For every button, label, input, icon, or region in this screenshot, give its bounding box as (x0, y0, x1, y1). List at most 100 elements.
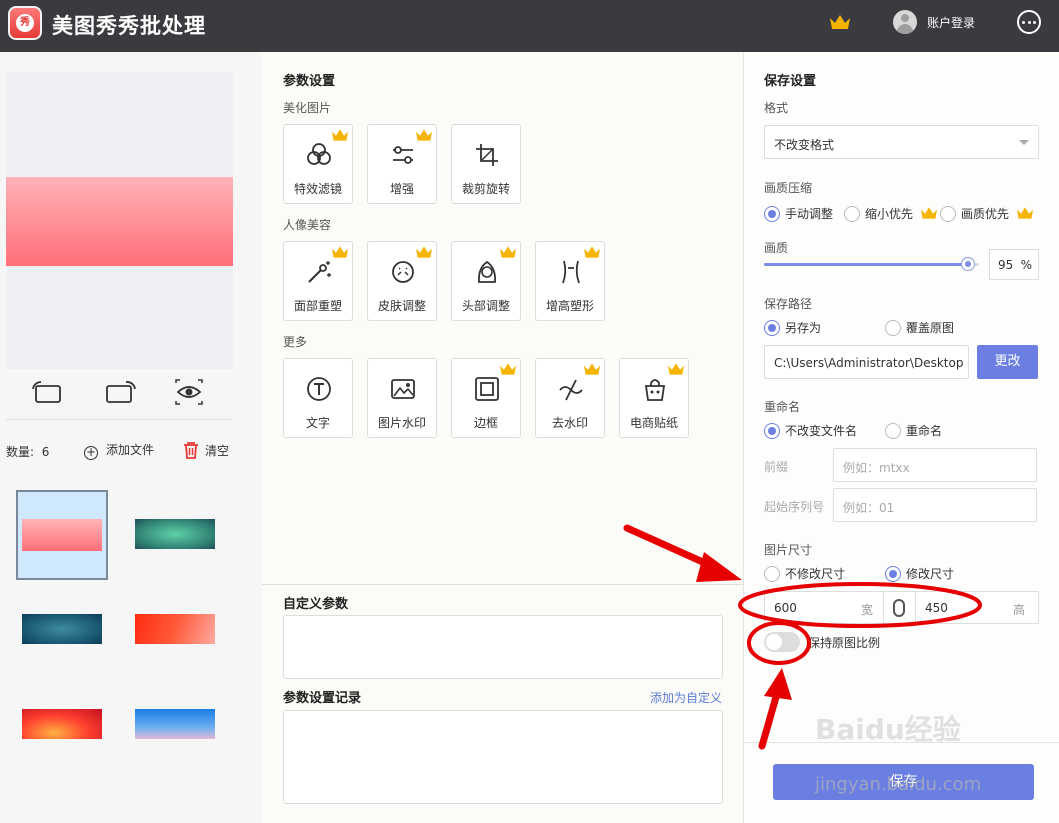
tool-image-watermark[interactable]: 图片水印 (367, 358, 437, 438)
tool-border[interactable]: 边框 (451, 358, 521, 438)
tool-sticker[interactable]: 电商贴纸 (619, 358, 689, 438)
crown-icon (332, 129, 348, 141)
tool-label: 裁剪旋转 (461, 182, 510, 196)
tool-body-shape[interactable]: 增高塑形 (535, 241, 605, 321)
rotate-left-icon[interactable] (30, 377, 64, 407)
image-list-panel: 数量: 6 + 添加文件 清空 (0, 52, 262, 823)
add-file-button[interactable]: + 添加文件 (84, 441, 154, 460)
preview-eye-icon[interactable] (172, 377, 206, 407)
height-input[interactable]: 450 (925, 601, 948, 615)
save-settings-title: 保存设置 (764, 74, 817, 89)
tool-label: 头部调整 (461, 299, 510, 313)
crown-icon (332, 246, 348, 258)
start-number-label: 起始序列号 (764, 500, 825, 514)
crown-icon (416, 129, 432, 141)
quality-input[interactable]: 95% (989, 249, 1039, 280)
tool-head[interactable]: 头部调整 (451, 241, 521, 321)
radio-manual[interactable]: 手动调整 (764, 205, 833, 222)
clear-button[interactable]: 清空 (183, 441, 229, 459)
crown-icon (500, 363, 516, 375)
change-path-button[interactable]: 更改 (977, 345, 1038, 379)
crown-icon (500, 246, 516, 258)
shopping-bag-icon (644, 379, 666, 401)
start-number-input[interactable]: 例如：01 (833, 488, 1037, 522)
thumbnail[interactable] (135, 709, 215, 739)
size-label: 图片尺寸 (764, 543, 813, 557)
radio-change-size[interactable]: 修改尺寸 (885, 565, 954, 582)
thumbnail-selected[interactable] (16, 490, 108, 580)
tool-enhance[interactable]: 增强 (367, 124, 437, 204)
radio-save-as[interactable]: 另存为 (764, 319, 821, 336)
crop-icon (476, 144, 498, 166)
crown-icon (584, 363, 600, 375)
watermark: Baidu经验 (815, 713, 961, 746)
format-select[interactable]: 不改变格式 (764, 125, 1039, 159)
magic-wand-icon (308, 261, 331, 283)
crown-icon[interactable] (828, 12, 852, 32)
keep-ratio-toggle[interactable] (764, 632, 800, 652)
quality-slider[interactable] (764, 257, 979, 271)
rotate-right-icon[interactable] (104, 377, 138, 407)
tool-label: 边框 (473, 416, 498, 430)
crown-icon (416, 246, 432, 258)
width-unit: 宽 (861, 603, 874, 617)
tool-label: 电商贴纸 (629, 416, 678, 430)
custom-params-box[interactable] (283, 615, 723, 679)
remove-watermark-icon (559, 379, 583, 401)
tool-label: 图片水印 (377, 416, 426, 430)
radio-rename[interactable]: 重命名 (885, 422, 942, 439)
tool-label: 特效滤镜 (293, 182, 342, 196)
save-path-input[interactable]: C:\Users\Administrator\Desktop (764, 345, 969, 379)
compress-label: 画质压缩 (764, 181, 813, 195)
link-icon[interactable] (893, 599, 905, 617)
history-title: 参数设置记录 (283, 691, 362, 706)
history-box[interactable] (283, 710, 723, 804)
radio-quality-first[interactable]: 画质优先 (940, 205, 1035, 222)
sliders-icon (393, 146, 413, 164)
tool-crop[interactable]: 裁剪旋转 (451, 124, 521, 204)
params-panel: 参数设置 美化图片 特效滤镜 增强 裁剪旋转 人像美容 面部重塑 皮肤调整 头部… (262, 52, 743, 823)
crown-icon (668, 363, 684, 375)
tool-face-reshape[interactable]: 面部重塑 (283, 241, 353, 321)
width-input[interactable]: 600 (774, 601, 797, 615)
login-link[interactable]: 账户登录 (927, 14, 975, 31)
tool-text[interactable]: 文字 (283, 358, 353, 438)
more-icon[interactable] (1017, 10, 1041, 34)
tool-remove-watermark[interactable]: 去水印 (535, 358, 605, 438)
trash-icon (184, 442, 198, 459)
text-icon (307, 377, 331, 401)
avatar[interactable] (893, 10, 917, 34)
head-icon (478, 260, 496, 283)
quality-label: 画质 (764, 241, 789, 255)
radio-keep-name[interactable]: 不改变文件名 (764, 422, 857, 439)
tool-label: 去水印 (551, 416, 588, 430)
watermark-url: jingyan.baidu.com (815, 774, 982, 795)
group-beautify-title: 美化图片 (283, 101, 332, 115)
file-count: 数量: 6 (6, 445, 50, 459)
body-shape-icon (562, 260, 580, 284)
thumbnail[interactable] (22, 709, 102, 739)
rename-label: 重命名 (764, 400, 801, 414)
prefix-input[interactable]: 例如：mtxx (833, 448, 1037, 482)
tool-label: 增强 (389, 182, 414, 196)
radio-size-first[interactable]: 缩小优先 (844, 205, 939, 222)
image-preview (6, 72, 233, 369)
thumbnail[interactable] (135, 614, 215, 644)
filter-icon (307, 143, 331, 165)
thumbnail[interactable] (22, 614, 102, 644)
custom-params-title: 自定义参数 (283, 597, 349, 612)
slider-handle[interactable] (961, 257, 976, 271)
thumbnail[interactable] (135, 519, 215, 549)
radio-overwrite[interactable]: 覆盖原图 (885, 319, 954, 336)
radio-keep-size[interactable]: 不修改尺寸 (764, 565, 845, 582)
divider (6, 419, 233, 420)
tool-label: 面部重塑 (293, 299, 342, 313)
tool-skin[interactable]: 皮肤调整 (367, 241, 437, 321)
add-custom-link[interactable]: 添加为自定义 (650, 689, 722, 706)
format-label: 格式 (764, 101, 789, 115)
chevron-down-icon (1019, 140, 1029, 145)
group-portrait-title: 人像美容 (283, 218, 332, 232)
title-bar: 秀 美图秀秀批处理 账户登录 (0, 0, 1059, 52)
crown-icon (584, 246, 600, 258)
tool-filter[interactable]: 特效滤镜 (283, 124, 353, 204)
